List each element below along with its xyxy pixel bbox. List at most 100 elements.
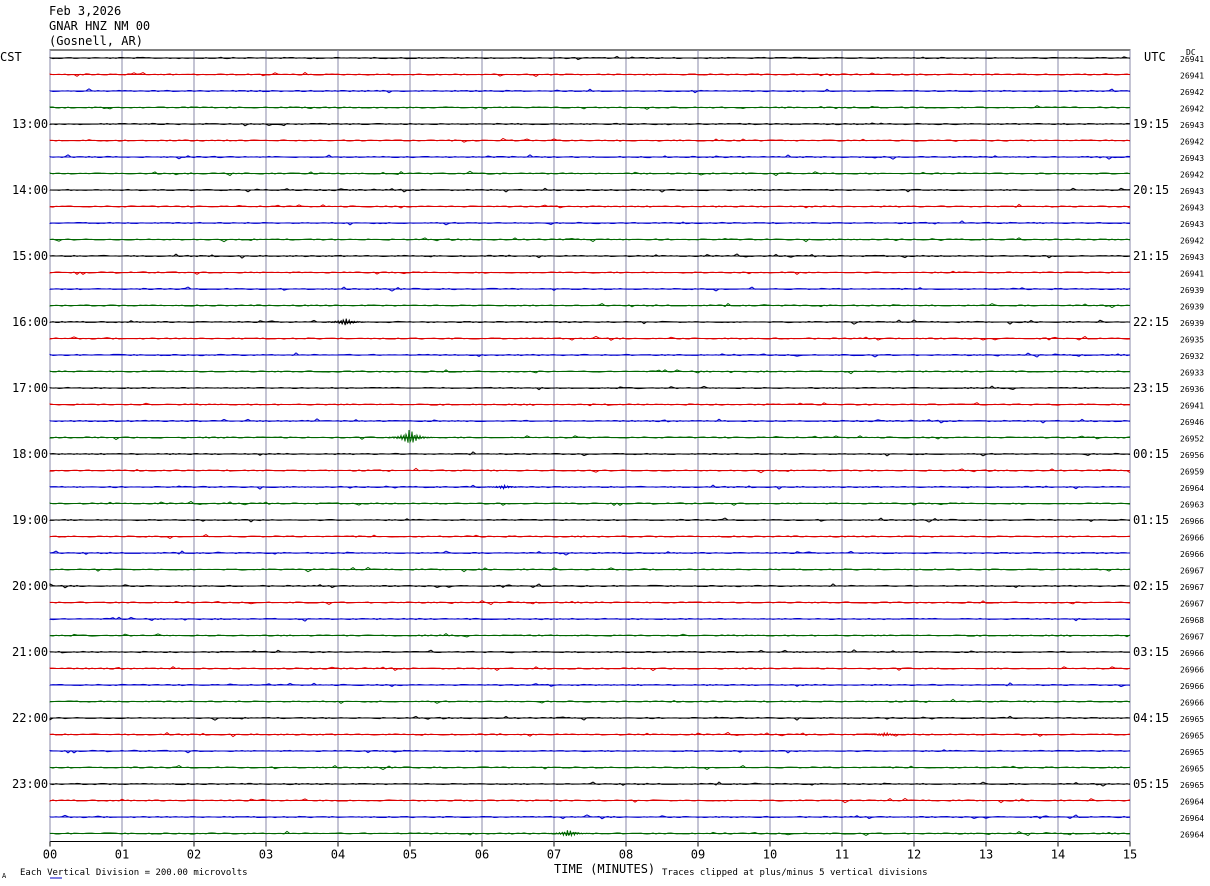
right-hour-label: 04:15 xyxy=(1133,711,1169,725)
dc-offset-label: 26943 xyxy=(1180,220,1204,229)
dc-offset-label: 26964 xyxy=(1180,814,1204,823)
x-tick-label: 15 xyxy=(1123,848,1137,862)
seismic-trace xyxy=(49,237,1131,243)
seismic-trace xyxy=(49,682,1131,688)
dc-offset-label: 26966 xyxy=(1180,534,1204,543)
x-tick-label: 00 xyxy=(43,848,57,862)
left-hour-label: 17:00 xyxy=(12,381,48,395)
dc-offset-label: 26965 xyxy=(1180,732,1204,741)
x-tick-label: 05 xyxy=(403,848,417,862)
left-hour-label: 19:00 xyxy=(12,513,48,527)
dc-offset-label: 26943 xyxy=(1180,187,1204,196)
dc-offset-label: 26966 xyxy=(1180,666,1204,675)
x-tick-label: 09 xyxy=(691,848,705,862)
seismic-trace xyxy=(49,781,1131,787)
dc-offset-label: 26965 xyxy=(1180,715,1204,724)
dc-offset-label: 26935 xyxy=(1180,336,1204,345)
left-hour-label: 21:00 xyxy=(12,645,48,659)
dc-offset-label: 26942 xyxy=(1180,237,1204,246)
dc-offset-label: 26943 xyxy=(1180,154,1204,163)
dc-offset-label: 26964 xyxy=(1180,484,1204,493)
x-tick-label: 10 xyxy=(763,848,777,862)
dc-offset-label: 26946 xyxy=(1180,418,1204,427)
dc-offset-label: 26942 xyxy=(1180,171,1204,180)
dc-offset-label: 26941 xyxy=(1180,270,1204,279)
dc-offset-label: 26968 xyxy=(1180,616,1204,625)
dc-offset-label: 26964 xyxy=(1180,831,1204,840)
seismic-trace xyxy=(49,187,1131,193)
seismic-trace xyxy=(49,71,1131,77)
right-hour-label: 03:15 xyxy=(1133,645,1169,659)
left-hour-label: 16:00 xyxy=(12,315,48,329)
x-tick-label: 14 xyxy=(1051,848,1065,862)
dc-offset-label: 26939 xyxy=(1180,286,1204,295)
seismic-trace xyxy=(49,170,1131,177)
x-axis-title: TIME (MINUTES) xyxy=(554,862,656,876)
seismic-trace xyxy=(49,467,1131,474)
right-hour-label: 02:15 xyxy=(1133,579,1169,593)
seismic-trace xyxy=(49,418,1131,424)
dc-offset-label: 26952 xyxy=(1180,435,1204,444)
dc-offset-label: 26966 xyxy=(1180,682,1204,691)
right-hour-label: 01:15 xyxy=(1133,513,1169,527)
seismic-trace xyxy=(49,500,1131,506)
x-tick-label: 07 xyxy=(547,848,561,862)
x-tick-label: 02 xyxy=(187,848,201,862)
seismic-trace xyxy=(49,814,1131,820)
x-tick-label: 04 xyxy=(331,848,345,862)
dc-offset-label: 26966 xyxy=(1180,699,1204,708)
clip-note: Traces clipped at plus/minus 5 vertical … xyxy=(662,868,928,878)
x-tick-label: 11 xyxy=(835,848,849,862)
x-tick-label: 03 xyxy=(259,848,273,862)
dc-offset-label: 26942 xyxy=(1180,88,1204,97)
seismic-trace xyxy=(49,517,1131,523)
dc-offset-label: 26963 xyxy=(1180,501,1204,510)
seismic-trace xyxy=(49,749,1131,754)
right-hour-label: 21:15 xyxy=(1133,249,1169,263)
seismic-trace xyxy=(49,566,1131,573)
left-hour-label: 14:00 xyxy=(12,183,48,197)
dc-offset-label: 26966 xyxy=(1180,649,1204,658)
left-hour-label: 15:00 xyxy=(12,249,48,263)
x-tick-label: 08 xyxy=(619,848,633,862)
right-hour-label: 22:15 xyxy=(1133,315,1169,329)
dc-offset-label: 26965 xyxy=(1180,765,1204,774)
x-tick-label: 06 xyxy=(475,848,489,862)
dc-offset-label: 26967 xyxy=(1180,633,1204,642)
dc-offset-label: 26967 xyxy=(1180,567,1204,576)
scale-note: Each Vertical Division = 200.00 microvol… xyxy=(20,868,248,878)
dc-offset-label: 26956 xyxy=(1180,451,1204,460)
seismic-trace xyxy=(49,666,1131,672)
plot-frame xyxy=(49,49,1131,842)
dc-offset-label: 26942 xyxy=(1180,138,1204,147)
dc-offset-label: 26942 xyxy=(1180,105,1204,114)
x-tick-label: 13 xyxy=(979,848,993,862)
dc-offset-label: 26933 xyxy=(1180,369,1204,378)
seismic-trace xyxy=(49,302,1131,309)
seismic-trace xyxy=(49,220,1131,226)
right-hour-label: 20:15 xyxy=(1133,183,1169,197)
left-hour-label: 18:00 xyxy=(12,447,48,461)
dc-offset-label: 26966 xyxy=(1180,550,1204,559)
corner-mark: A xyxy=(2,872,7,880)
helicorder-plot: 00 01 02 03 04 05 06 07 08 09 10 11 12 13 14 15 26941 269… xyxy=(12,49,1204,879)
dc-offset-label: 26941 xyxy=(1180,55,1204,64)
seismic-trace xyxy=(49,55,1131,61)
seismic-trace xyxy=(49,154,1131,160)
seismic-event xyxy=(389,429,436,444)
dc-offset-label: 26967 xyxy=(1180,600,1204,609)
dc-offset-label: 26936 xyxy=(1180,385,1204,394)
seismic-trace xyxy=(49,550,1131,556)
dc-offset-label: 26941 xyxy=(1180,402,1204,411)
x-tick-label: 12 xyxy=(907,848,921,862)
dc-offset-label: 26966 xyxy=(1180,517,1204,526)
left-hour-label: 23:00 xyxy=(12,777,48,791)
right-hour-label: 00:15 xyxy=(1133,447,1169,461)
seismic-trace xyxy=(49,764,1131,771)
dc-offset-label: 26932 xyxy=(1180,352,1204,361)
dc-offset-label: 26939 xyxy=(1180,319,1204,328)
right-hour-label: 05:15 xyxy=(1133,777,1169,791)
right-hour-label: 23:15 xyxy=(1133,381,1169,395)
seismic-trace xyxy=(49,731,1131,738)
dc-offset-label: 26967 xyxy=(1180,583,1204,592)
